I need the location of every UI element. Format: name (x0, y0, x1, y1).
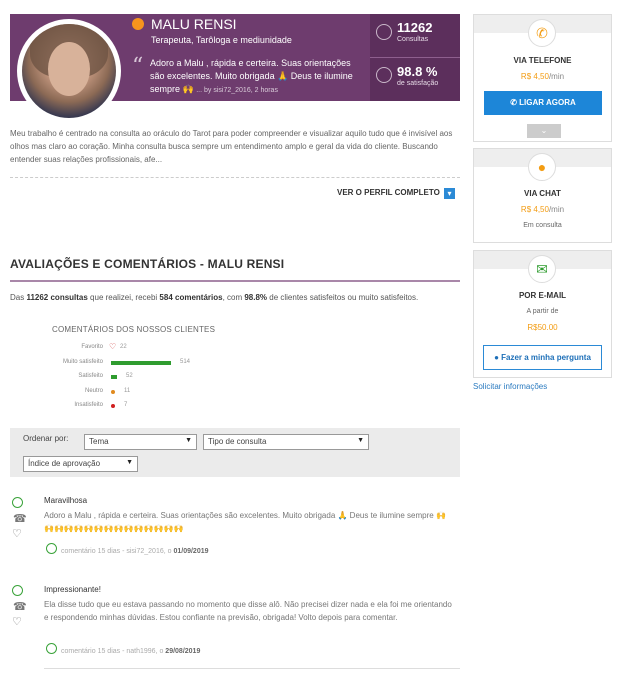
satisfaction-value: 98.8 % (397, 64, 438, 79)
review-title: Maravilhosa (44, 496, 88, 505)
phone-price: R$ 4,50/min (520, 72, 565, 81)
review-text: Adoro a Malu , rápida e certeira. Suas o… (44, 511, 446, 533)
phone-icon: ☎ (13, 513, 27, 525)
chart-bar (111, 389, 115, 394)
email-price: R$50.00 (527, 323, 558, 332)
chart-category-label: Neutro (84, 387, 103, 394)
heading-underline (10, 280, 460, 282)
smiley-icon (46, 643, 57, 654)
email-note: A partir de (526, 308, 559, 315)
chat-card: ● VIA CHAT R$ 4,50/min Em consulta (473, 148, 612, 243)
sort-label: Ordenar por: (23, 434, 69, 443)
expand-chevron-icon[interactable]: ⌄ (527, 124, 561, 138)
reviews-summary: Das 11262 consultas que realizei, recebi… (10, 293, 419, 302)
reviews-heading: AVALIAÇÕES E COMENTÁRIOS - MALU RENSI (10, 257, 285, 271)
status-indicator (132, 18, 144, 30)
chart-value-label: 7 (124, 402, 128, 408)
chat-status: Em consulta (523, 222, 562, 229)
chat-icon: ● (528, 153, 556, 181)
chevron-down-icon[interactable]: ▾ (444, 188, 455, 199)
review-meta: comentário 15 dias - nath1996, o 29/08/2… (61, 648, 201, 655)
satisfaction-label: de satisfação (397, 80, 439, 87)
profile-bio: Meu trabalho é centrado na consulta ao o… (10, 129, 453, 164)
chart-category-label: Insatisfeito (74, 402, 103, 408)
review-title: Impressionante! (44, 585, 101, 594)
phone-icon: ✆ (510, 98, 520, 107)
consultations-label: Consultas (397, 36, 429, 43)
topic-select[interactable]: Tema ▼ (84, 434, 197, 450)
consultations-count: 11262 (397, 20, 433, 35)
ask-question-button[interactable]: ● Fazer a minha pergunta (483, 345, 602, 370)
smiley-icon (376, 67, 392, 83)
divider (10, 177, 460, 178)
call-now-button[interactable]: ✆ LIGAR AGORA (484, 91, 602, 115)
heart-icon: ♡ (109, 342, 117, 351)
phone-title: VIA TELEFONE (513, 56, 572, 65)
approval-index-select[interactable]: Índice de aprovação ▼ (23, 456, 138, 472)
chart-value-label: 22 (120, 344, 127, 350)
avatar[interactable] (17, 19, 121, 123)
chart-bar (111, 375, 117, 379)
quote-icon: “ (132, 54, 144, 79)
heart-icon[interactable]: ♡ (12, 527, 22, 540)
review-text: Ela disse tudo que eu estava passando no… (44, 600, 452, 622)
stats-divider (370, 57, 460, 58)
chart-category-label: Favorito (81, 344, 103, 350)
smiley-icon (12, 497, 23, 508)
consultations-icon (376, 24, 392, 40)
phone-icon: ☎ (13, 601, 27, 613)
request-info-link[interactable]: Solicitar informações (473, 382, 547, 391)
chart-category-label: Satisfeito (78, 373, 103, 379)
chart-value-label: 11 (124, 387, 131, 394)
profile-name[interactable]: MALU RENSI (151, 16, 237, 32)
heart-icon[interactable]: ♡ (12, 615, 22, 628)
chart-value-label: 514 (180, 358, 191, 365)
smiley-icon (12, 585, 23, 596)
chat-price: R$ 4,50/min (520, 205, 565, 214)
chart-bar (111, 360, 171, 365)
consult-type-select[interactable]: Tipo de consulta ▼ (203, 434, 369, 450)
profile-tags: Terapeuta, Tarôloga e mediunidade (151, 35, 292, 45)
chart-title: COMENTÁRIOS DOS NOSSOS CLIENTES (52, 325, 216, 334)
divider (44, 668, 460, 669)
phone-icon: ✆ (528, 19, 556, 47)
phone-card: ✆ VIA TELEFONE R$ 4,50/min (473, 14, 612, 142)
latest-quote: Adoro a Malu , rápida e certeira. Suas o… (150, 57, 365, 97)
mail-icon: ✉ (528, 255, 556, 283)
chart-bar (111, 404, 115, 408)
chart-category-label: Muito satisfeito (62, 358, 103, 365)
review-meta: comentário 15 dias - sisi72_2016, o 01/0… (61, 548, 209, 555)
chat-title: VIA CHAT (524, 189, 561, 198)
quote-author: ... by sisi72_2016, 2 horas (196, 87, 278, 94)
view-full-profile-link[interactable]: VER O PERFIL COMPLETO (337, 188, 440, 197)
chart-value-label: 52 (126, 373, 133, 379)
email-title: POR E-MAIL (518, 291, 567, 300)
smiley-icon (46, 543, 57, 554)
